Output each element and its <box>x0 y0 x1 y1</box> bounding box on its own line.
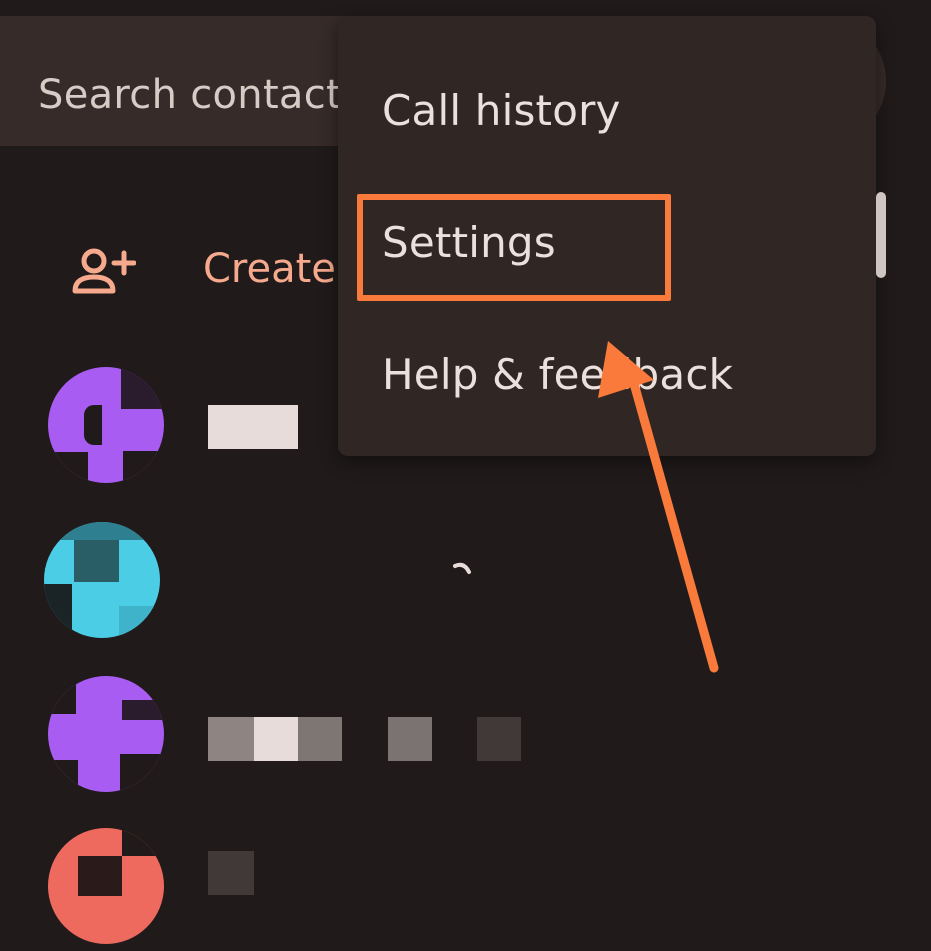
contact-name <box>254 717 298 761</box>
add-person-icon <box>72 248 136 294</box>
contact-name <box>453 562 471 574</box>
menu-item-call-history[interactable]: Call history <box>338 42 876 174</box>
contact-name <box>388 717 432 761</box>
contact-name <box>208 405 298 449</box>
contact-name <box>208 717 254 761</box>
contact-row[interactable] <box>0 520 560 640</box>
menu-item-help-feedback[interactable]: Help & feedback <box>338 306 876 438</box>
search-input[interactable]: Search contact <box>38 72 342 118</box>
contact-name <box>208 851 254 895</box>
settings-highlight-box <box>357 194 671 301</box>
contact-row[interactable] <box>0 676 560 796</box>
contact-row[interactable] <box>0 826 560 946</box>
contact-name <box>298 717 342 761</box>
contact-name <box>477 717 521 761</box>
scrollbar[interactable] <box>876 192 886 278</box>
create-contact-label[interactable]: Create <box>203 246 336 292</box>
avatar <box>44 522 160 638</box>
avatar <box>48 367 164 483</box>
avatar <box>48 676 164 792</box>
avatar <box>48 828 164 944</box>
